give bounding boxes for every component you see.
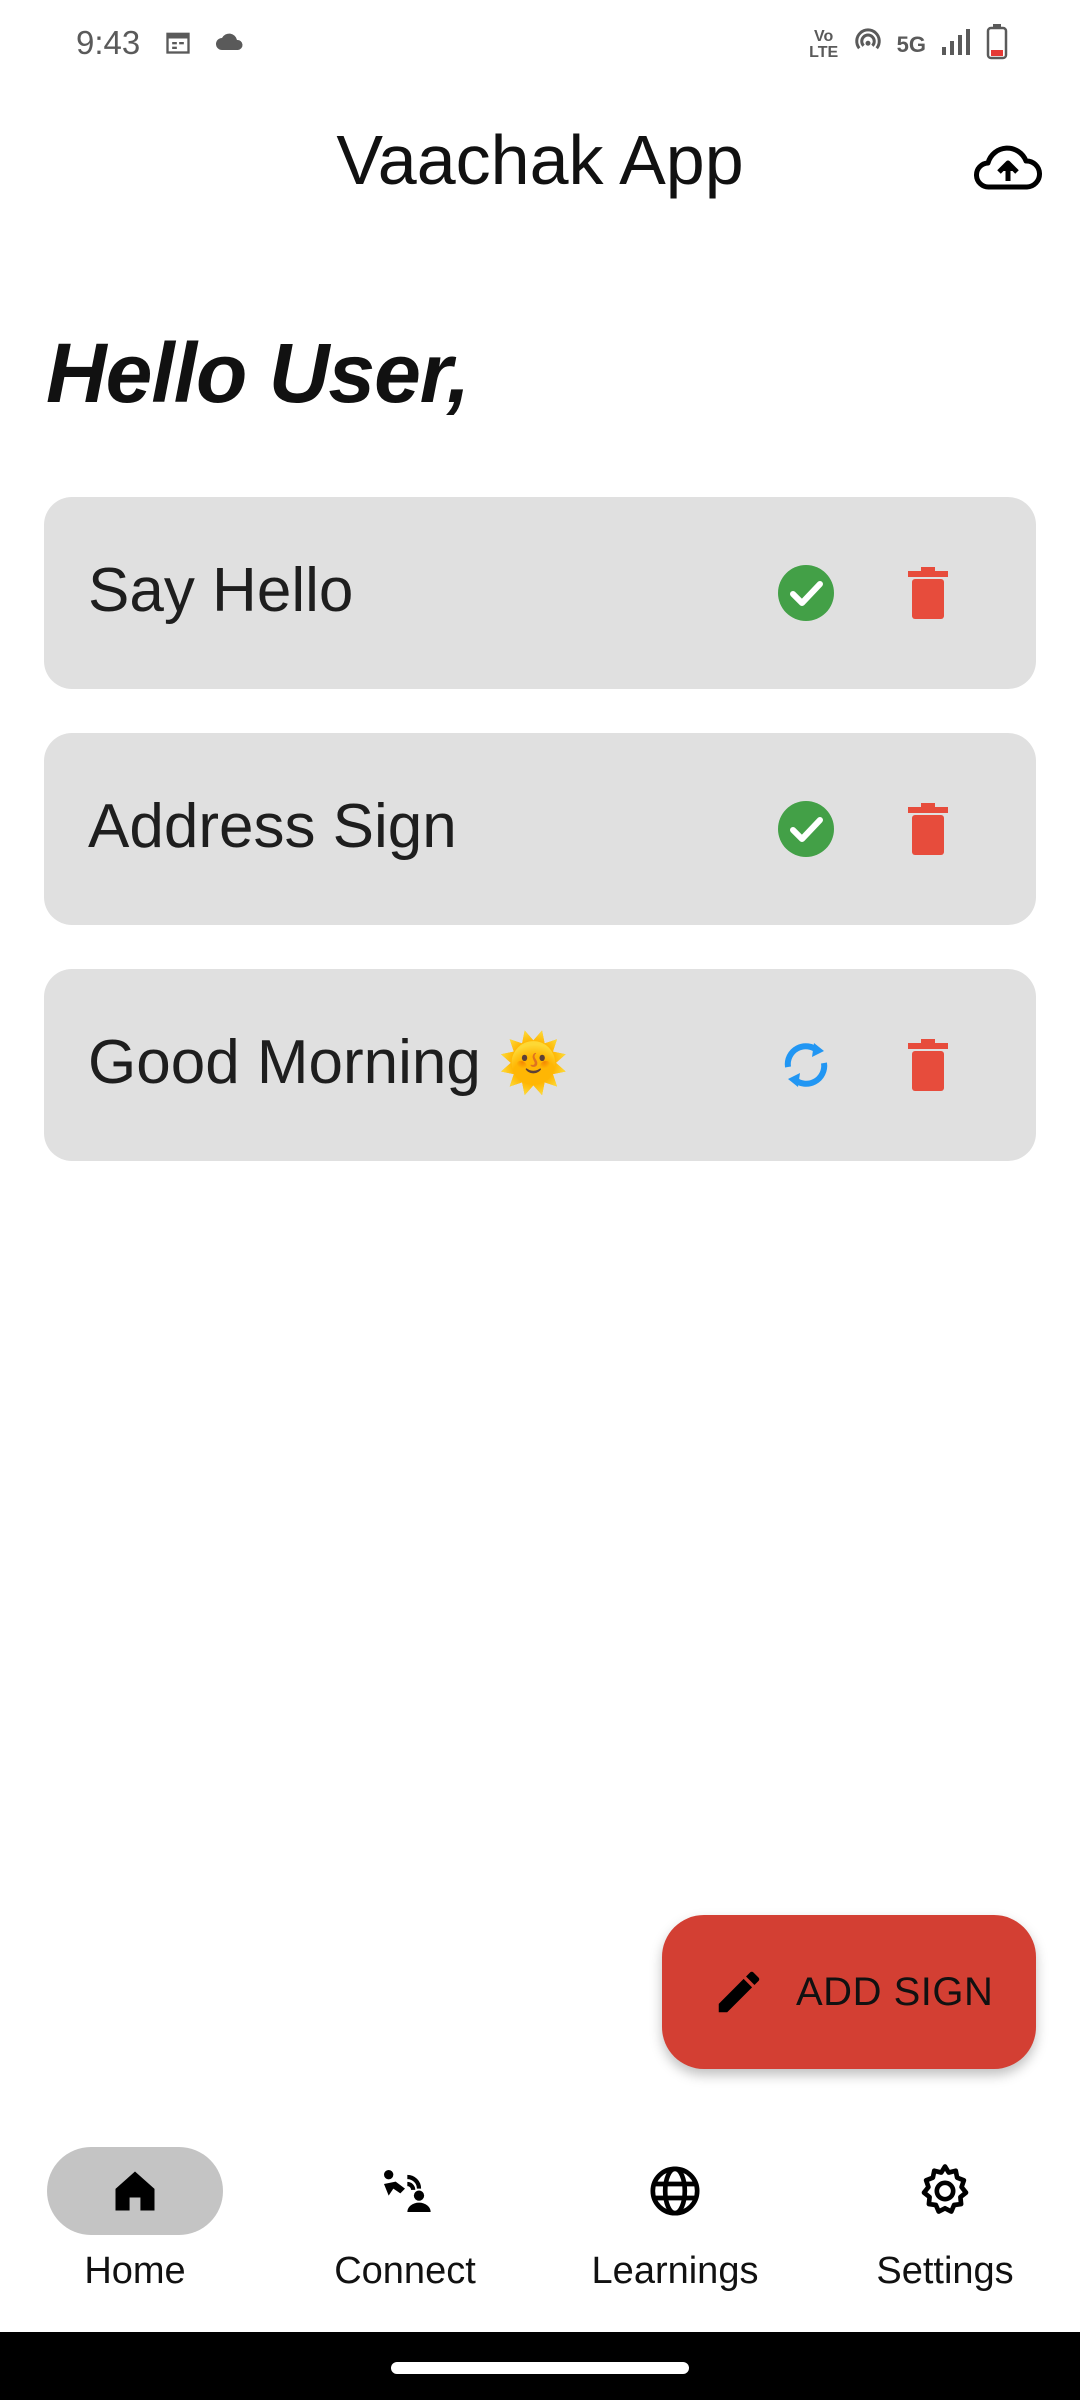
sign-card[interactable]: Address Sign (44, 733, 1036, 925)
hotspot-icon (853, 27, 883, 62)
volte-indicator: Vo LTE (809, 27, 839, 61)
nav-label-connect: Connect (334, 2250, 476, 2292)
check-circle-icon (774, 797, 838, 861)
delete-button[interactable] (896, 1033, 960, 1097)
nav-active-indicator (47, 2147, 223, 2235)
sun-emoji-icon: 🌞 (498, 1030, 569, 1094)
nav-item-home[interactable]: Home (0, 2130, 270, 2330)
cloud-upload-button[interactable] (970, 130, 1046, 206)
sign-card[interactable]: Good Morning 🌞 (44, 969, 1036, 1161)
status-bar: 9:43 Vo LTE 5G (0, 0, 1080, 88)
status-right-icons: Vo LTE 5G (809, 24, 1008, 65)
status-time: 9:43 (76, 24, 141, 61)
nav-item-settings[interactable]: Settings (810, 2130, 1080, 2330)
cloud-upload-icon (974, 145, 1042, 190)
nav-item-connect[interactable]: Connect (270, 2130, 540, 2330)
sign-label: Address Sign (88, 791, 457, 862)
sign-label-text: Good Morning (88, 1028, 481, 1097)
app-bar: Vaachak App (0, 100, 1080, 230)
sign-label: Good Morning 🌞 (88, 1027, 569, 1098)
nav-label-learnings: Learnings (591, 2250, 759, 2292)
pencil-icon (718, 1971, 760, 2013)
calendar-icon (164, 28, 192, 61)
battery-icon (986, 24, 1008, 65)
signal-icon (940, 27, 972, 62)
gear-icon (921, 2164, 969, 2214)
sync-icon (774, 1033, 838, 1097)
check-circle-icon (774, 561, 838, 625)
cloud-icon (214, 30, 246, 59)
app-title: Vaachak App (336, 121, 744, 199)
add-sign-button[interactable]: ADD SIGN (662, 1915, 1036, 2069)
sign-label: Say Hello (88, 555, 353, 626)
delete-button[interactable] (896, 797, 960, 861)
home-gesture-handle[interactable] (391, 2362, 689, 2374)
trash-icon (908, 803, 948, 855)
nav-icon-wrap (857, 2147, 1033, 2235)
nav-icon-wrap (587, 2147, 763, 2235)
nav-label-home: Home (84, 2250, 186, 2292)
network-type: 5G (896, 31, 926, 57)
globe-icon (650, 2166, 700, 2216)
home-icon (115, 2171, 155, 2211)
sign-list: Say Hello Address Sign Good Morning 🌞 (44, 497, 1036, 1205)
delete-button[interactable] (896, 561, 960, 625)
bottom-nav: Home Connect Learnings Settings (0, 2130, 1080, 2330)
add-sign-label: ADD SIGN (796, 1969, 994, 2014)
greeting-heading: Hello User, (46, 326, 470, 420)
nav-label-settings: Settings (876, 2250, 1014, 2292)
nav-icon-wrap (317, 2147, 493, 2235)
status-left-icons (164, 28, 246, 61)
sign-card[interactable]: Say Hello (44, 497, 1036, 689)
trash-icon (908, 1039, 948, 1091)
gesture-navigation-bar (0, 2332, 1080, 2400)
connect-icon (384, 2170, 431, 2212)
trash-icon (908, 567, 948, 619)
sign-label-text: Address Sign (88, 792, 457, 861)
sign-label-text: Say Hello (88, 556, 354, 625)
nav-item-learnings[interactable]: Learnings (540, 2130, 810, 2330)
